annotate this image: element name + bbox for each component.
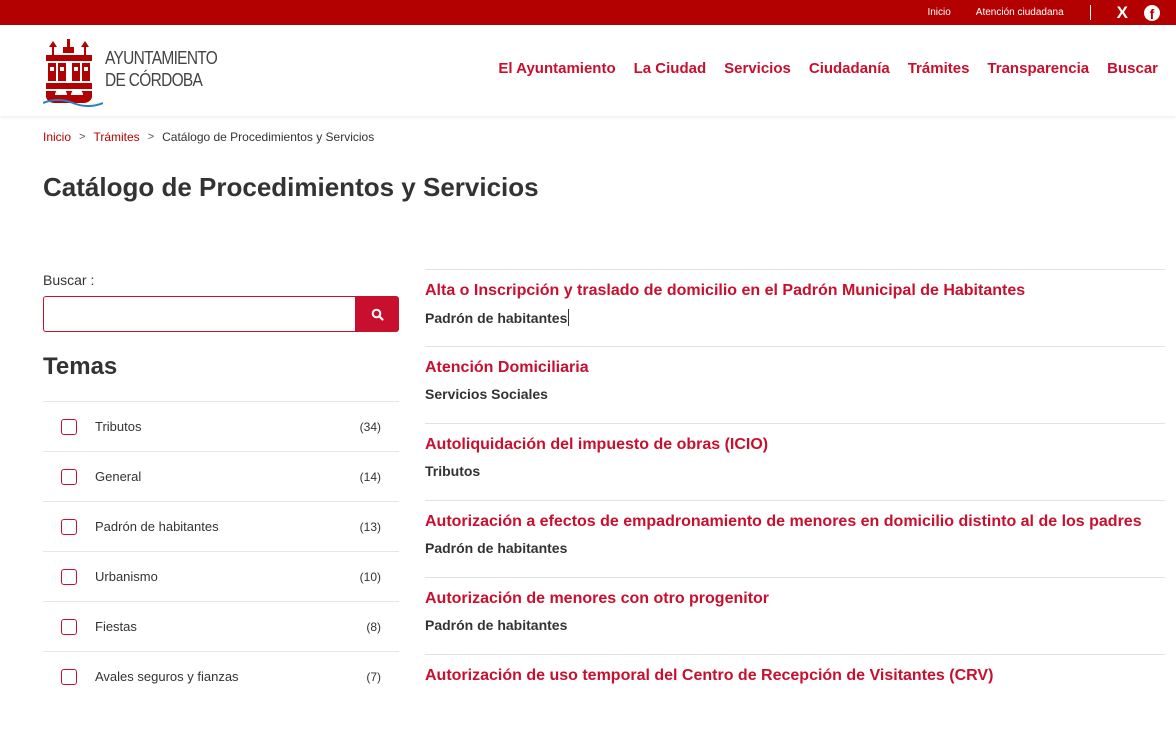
result-category: Padrón de habitantes: [425, 309, 1165, 326]
topic-count: (13): [359, 519, 381, 534]
topic-label: Avales seguros y fianzas: [95, 669, 239, 684]
result-category-text: Padrón de habitantes: [425, 310, 568, 326]
result-category: Padrón de habitantes: [425, 617, 568, 633]
search-icon: [371, 308, 384, 321]
topic-label: General: [95, 469, 142, 484]
topic-label: Tributos: [95, 419, 142, 434]
result-item: Autorización a efectos de empadronamient…: [425, 500, 1165, 577]
topic-count: (8): [366, 619, 381, 634]
topic-checkbox[interactable]: [61, 468, 77, 485]
top-utility-bar: Inicio Atención ciudadana X f: [0, 0, 1176, 25]
topic-item-urbanismo[interactable]: Urbanismo (10): [43, 551, 399, 601]
topic-label: Padrón de habitantes: [95, 519, 219, 534]
text-cursor: [568, 309, 570, 326]
topbar-inicio-link[interactable]: Inicio: [927, 7, 950, 18]
topic-item-avales[interactable]: Avales seguros y fianzas (7): [43, 651, 399, 701]
search-input[interactable]: [43, 296, 355, 332]
breadcrumb-current: Catálogo de Procedimientos y Servicios: [162, 130, 375, 144]
result-item: Atención Domiciliaria Servicios Sociales: [425, 346, 1165, 423]
site-header: AYUNTAMIENTO DE CÓRDOBA El Ayuntamiento …: [0, 25, 1176, 116]
result-item: Autorización de menores con otro progeni…: [425, 577, 1165, 654]
chevron-right-icon: >: [79, 131, 86, 143]
logo-line-2: DE CÓRDOBA: [105, 70, 203, 90]
breadcrumb-inicio[interactable]: Inicio: [43, 130, 71, 144]
breadcrumb-tramites[interactable]: Trámites: [93, 130, 139, 144]
topic-checkbox[interactable]: [61, 568, 77, 585]
topic-count: (34): [359, 419, 381, 434]
nav-ciudadania[interactable]: Ciudadanía: [809, 60, 890, 77]
result-title-link[interactable]: Autorización de menores con otro progeni…: [425, 590, 1165, 608]
nav-transparencia[interactable]: Transparencia: [987, 60, 1089, 77]
search-form: [43, 296, 399, 332]
chevron-right-icon: >: [147, 131, 155, 143]
topic-label: Urbanismo: [95, 569, 158, 584]
topbar-atencion-link[interactable]: Atención ciudadana: [976, 7, 1064, 18]
main-navigation: El Ayuntamiento La Ciudad Servicios Ciud…: [498, 60, 1158, 77]
topic-count: (14): [359, 469, 381, 484]
result-title-link[interactable]: Alta o Inscripción y traslado de domicil…: [425, 282, 1165, 300]
topbar-divider: [1089, 5, 1091, 20]
topic-checkbox[interactable]: [61, 418, 77, 435]
topics-filter-list: Tributos (34) General (14) Padrón de hab…: [43, 401, 399, 701]
site-logo[interactable]: AYUNTAMIENTO DE CÓRDOBA: [43, 37, 223, 107]
results-list: Alta o Inscripción y traslado de domicil…: [425, 269, 1165, 731]
topic-item-tributos[interactable]: Tributos (34): [43, 401, 399, 451]
topic-label: Fiestas: [95, 619, 137, 634]
topic-checkbox[interactable]: [61, 668, 77, 685]
search-label: Buscar :: [43, 272, 95, 288]
search-button[interactable]: [355, 296, 399, 332]
result-item: Autoliquidación del impuesto de obras (I…: [425, 423, 1165, 500]
topic-checkbox[interactable]: [61, 518, 77, 535]
nav-la-ciudad[interactable]: La Ciudad: [634, 60, 707, 77]
nav-servicios[interactable]: Servicios: [724, 60, 791, 77]
topic-count: (7): [366, 669, 381, 684]
topic-item-padron[interactable]: Padrón de habitantes (13): [43, 501, 399, 551]
breadcrumb: Inicio > Trámites > Catálogo de Procedim…: [43, 130, 374, 144]
topic-checkbox[interactable]: [61, 618, 77, 635]
result-title-link[interactable]: Atención Domiciliaria: [425, 359, 1165, 377]
result-title-link[interactable]: Autorización de uso temporal del Centro …: [425, 667, 1165, 685]
result-title-link[interactable]: Autorización a efectos de empadronamient…: [425, 513, 1165, 531]
result-category: Tributos: [425, 463, 481, 479]
x-twitter-icon[interactable]: X: [1117, 4, 1128, 21]
nav-el-ayuntamiento[interactable]: El Ayuntamiento: [498, 60, 615, 77]
logo-text: AYUNTAMIENTO DE CÓRDOBA: [105, 47, 218, 91]
nav-tramites[interactable]: Trámites: [908, 60, 970, 77]
result-title-link[interactable]: Autoliquidación del impuesto de obras (I…: [425, 436, 1165, 454]
page-title: Catálogo de Procedimientos y Servicios: [43, 172, 539, 202]
result-category: Padrón de habitantes: [425, 540, 568, 556]
temas-heading: Temas: [43, 353, 118, 380]
nav-buscar[interactable]: Buscar: [1107, 60, 1158, 77]
logo-line-1: AYUNTAMIENTO: [105, 48, 218, 68]
topic-count: (10): [359, 569, 381, 584]
facebook-icon[interactable]: f: [1144, 4, 1160, 21]
result-item: Autorización de uso temporal del Centro …: [425, 654, 1165, 731]
result-item: Alta o Inscripción y traslado de domicil…: [425, 269, 1165, 346]
topic-item-fiestas[interactable]: Fiestas (8): [43, 601, 399, 651]
result-category: Servicios Sociales: [425, 386, 548, 402]
cordoba-coat-of-arms-icon: [43, 39, 103, 107]
topic-item-general[interactable]: General (14): [43, 451, 399, 501]
